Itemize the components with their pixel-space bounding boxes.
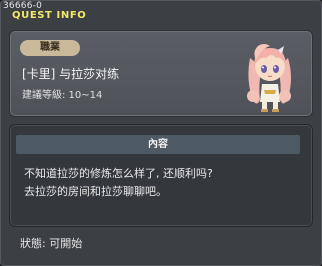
quest-type-badge: 職業 xyxy=(20,40,80,56)
quest-status: 狀態: 可開始 xyxy=(20,237,83,250)
quest-info-window: 36666-0 QUEST INFO 職業 [卡里] 与拉莎对练 建議等級: 1… xyxy=(0,0,322,266)
content-line: 不知道拉莎的修炼怎么样了, 还顺利吗? xyxy=(24,167,213,180)
npc-portrait-icon xyxy=(238,38,300,114)
recommended-level: 建議等級: 10~14 xyxy=(22,90,103,101)
content-header: 內容 xyxy=(16,135,300,154)
quest-name: [卡里] 与拉莎对练 xyxy=(22,67,120,81)
title-bar[interactable]: 36666-0 QUEST INFO xyxy=(0,0,322,24)
window-title: QUEST INFO xyxy=(12,10,87,21)
content-line: 去拉莎的房间和拉莎聊聊吧。 xyxy=(24,185,167,198)
